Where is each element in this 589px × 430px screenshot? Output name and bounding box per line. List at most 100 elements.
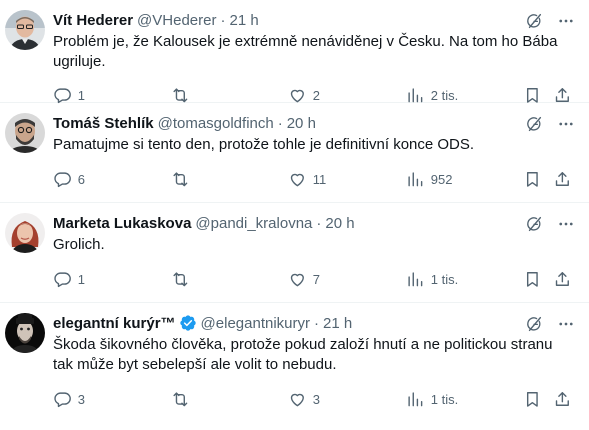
views-icon [408, 392, 423, 406]
like-button[interactable]: 3 [288, 389, 320, 409]
retweet-icon [173, 88, 188, 102]
more-icon[interactable] [557, 215, 575, 233]
timestamp[interactable]: 21 h [229, 12, 258, 29]
reply-icon [54, 172, 71, 187]
reply-icon [54, 392, 71, 407]
bookmark-icon [526, 171, 538, 187]
grok-icon[interactable] [525, 12, 543, 30]
share-button[interactable] [553, 269, 572, 289]
views-icon [408, 272, 423, 286]
author-handle[interactable]: @tomasgoldfinch [158, 115, 274, 132]
reply-icon [54, 88, 71, 103]
retweet-button[interactable] [171, 169, 196, 189]
views-button[interactable]: 2 tis. [406, 85, 458, 105]
avatar[interactable] [5, 313, 45, 353]
share-icon [555, 271, 569, 286]
bookmark-button[interactable] [523, 389, 542, 409]
more-icon[interactable] [557, 315, 575, 333]
retweet-button[interactable] [171, 389, 196, 409]
like-count: 11 [312, 171, 327, 187]
bookmark-icon [526, 271, 538, 287]
tweet-header: Vít Hederer @VHederer · 21 h [53, 10, 577, 30]
separator-dot: · [314, 314, 319, 332]
avatar[interactable] [5, 113, 45, 153]
reply-count: 3 [77, 391, 85, 407]
tweet[interactable]: Marketa Lukaskova @pandi_kralovna · 20 h… [0, 203, 589, 303]
reply-button[interactable]: 6 [53, 169, 85, 189]
reply-count: 1 [77, 271, 85, 287]
reply-icon [54, 272, 71, 287]
share-button[interactable] [553, 389, 572, 409]
tweet-header: Tomáš Stehlík @tomasgoldfinch · 20 h [53, 113, 577, 133]
more-icon[interactable] [557, 12, 575, 30]
views-count: 2 tis. [430, 87, 459, 103]
tweet[interactable]: Vít Hederer @VHederer · 21 h Problém je,… [0, 0, 589, 103]
share-icon [555, 391, 569, 406]
tweet-text: Grolich. [53, 236, 105, 253]
avatar[interactable] [5, 10, 45, 50]
timestamp[interactable]: 21 h [323, 315, 352, 332]
timestamp[interactable]: 20 h [287, 115, 316, 132]
retweet-icon [173, 392, 188, 406]
tweet[interactable]: elegantní kurýr™ @elegantnikuryr · 21 h … [0, 303, 589, 430]
avatar[interactable] [5, 213, 45, 253]
reply-feed: Vít Hederer @VHederer · 21 h Problém je,… [0, 0, 589, 430]
grok-icon[interactable] [525, 315, 543, 333]
tweet-header: Marketa Lukaskova @pandi_kralovna · 20 h [53, 213, 577, 233]
action-bar: 6 11 952 [53, 169, 577, 189]
verified-badge-icon [179, 314, 197, 332]
like-icon [290, 173, 304, 186]
views-icon [408, 88, 423, 102]
author-name[interactable]: Tomáš Stehlík [53, 115, 154, 132]
reply-button[interactable]: 1 [53, 269, 85, 289]
avatar-photo [5, 113, 45, 153]
tweet[interactable]: Tomáš Stehlík @tomasgoldfinch · 20 h Pam… [0, 103, 589, 203]
views-button[interactable]: 952 [406, 169, 452, 189]
like-count: 2 [312, 87, 320, 103]
tweet-text: Pamatujme si tento den, protože tohle je… [53, 136, 475, 153]
reply-button[interactable]: 1 [53, 85, 85, 105]
reply-count: 1 [77, 87, 85, 103]
action-bar: 1 2 2 tis. [53, 85, 577, 105]
action-bar: 1 7 1 tis. [53, 269, 577, 289]
author-handle[interactable]: @VHederer [137, 12, 216, 29]
like-button[interactable]: 7 [288, 269, 320, 289]
bookmark-button[interactable] [523, 85, 542, 105]
more-icon[interactable] [557, 115, 575, 133]
avatar-photo [5, 313, 45, 353]
action-bar: 3 3 1 tis. [53, 389, 577, 409]
views-button[interactable]: 1 tis. [406, 389, 458, 409]
separator-dot: · [316, 214, 322, 232]
retweet-button[interactable] [171, 85, 196, 105]
bookmark-icon [526, 391, 538, 407]
like-icon [290, 393, 304, 406]
author-name[interactable]: elegantní kurýr™ [53, 315, 176, 332]
like-icon [290, 273, 304, 286]
views-count: 952 [430, 171, 453, 187]
avatar-photo [5, 213, 45, 253]
views-button[interactable]: 1 tis. [406, 269, 458, 289]
grok-icon[interactable] [525, 215, 543, 233]
bookmark-button[interactable] [523, 269, 542, 289]
reply-button[interactable]: 3 [53, 389, 85, 409]
author-handle[interactable]: @elegantnikuryr [201, 315, 310, 332]
tweet-header: elegantní kurýr™ @elegantnikuryr · 21 h [53, 313, 577, 333]
like-count: 7 [312, 271, 320, 287]
share-button[interactable] [553, 85, 572, 105]
share-icon [555, 171, 569, 186]
retweet-button[interactable] [171, 269, 196, 289]
author-handle[interactable]: @pandi_kralovna [195, 215, 312, 232]
timestamp[interactable]: 20 h [325, 215, 354, 232]
avatar-photo [5, 10, 45, 50]
like-icon [290, 89, 304, 102]
tweet-text: Škoda šikovného člověka, protože pokud z… [53, 336, 553, 373]
like-button[interactable]: 2 [288, 85, 320, 105]
separator-dot: · [220, 11, 226, 29]
author-name[interactable]: Marketa Lukaskova [53, 215, 191, 232]
separator-dot: · [277, 114, 283, 132]
grok-icon[interactable] [525, 115, 543, 133]
like-button[interactable]: 11 [288, 169, 326, 189]
share-button[interactable] [553, 169, 572, 189]
author-name[interactable]: Vít Hederer [53, 12, 133, 29]
bookmark-button[interactable] [523, 169, 542, 189]
